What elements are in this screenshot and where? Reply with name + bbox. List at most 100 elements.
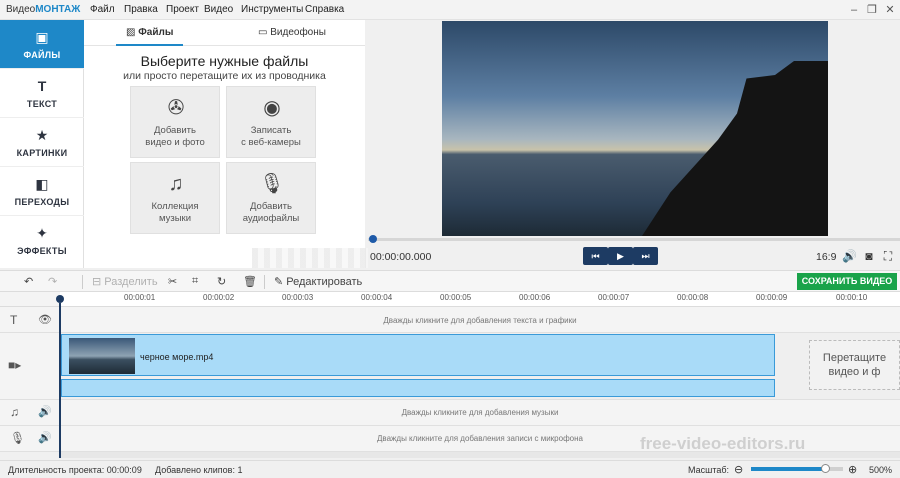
volume-icon[interactable]: 🔊 [842,249,857,263]
text-track-icon: T [10,313,18,327]
music-collection-button[interactable]: ♫ Коллекция музыки [130,162,220,234]
toolbar-divider [264,275,265,289]
rotate-icon[interactable]: ↻ [217,275,226,288]
clip-thumbnail [69,338,135,374]
sidebar-item-label: ПЕРЕХОДЫ [14,197,70,207]
panel-title: Выберите нужные файлы [140,53,309,69]
next-frame-button[interactable]: ⏭ [633,247,658,265]
sidebar-item-label: ТЕКСТ [26,99,58,109]
ruler-tick-label: 00:00:07 [598,293,630,302]
panel-tabs: ▨ Файлы ▭ Видеофоны [84,20,365,46]
sidebar-item-effects[interactable]: ✦ ЭФФЕКТЫ [0,216,84,265]
zoom-in-icon[interactable]: ⊕ [848,463,857,476]
menu-file[interactable]: Файл [90,4,115,15]
zoom-label: Масштаб: [688,465,730,475]
ruler-tick-label: 00:00:01 [124,293,156,302]
sidebar-item-transitions[interactable]: ◧ ПЕРЕХОДЫ [0,167,84,216]
sidebar-item-label: ФАЙЛЫ [23,50,61,60]
save-video-button[interactable]: СОХРАНИТЬ ВИДЕО [797,273,897,290]
video-preview[interactable] [442,21,828,236]
sidebar-item-label: КАРТИНКИ [16,148,68,158]
fullscreen-icon[interactable]: ⛶ [881,249,895,263]
clip-audio-strip[interactable] [61,379,775,397]
text-icon: T [37,78,47,94]
volume-icon[interactable]: 🔊 [38,405,52,418]
webcam-icon: ◉ [263,97,281,119]
timeline-ruler[interactable]: 00:00:01 00:00:02 00:00:03 00:00:04 00:0… [60,292,900,307]
files-panel: ▨ Файлы ▭ Видеофоны Выберите нужные файл… [84,20,372,268]
clip-name: черное море.mp4 [140,352,214,362]
playhead-handle[interactable] [56,295,64,303]
video-camera-icon: ■▸ [8,358,22,372]
ruler-tick-label: 00:00:05 [440,293,472,302]
microphone-icon: 🎙 [10,431,26,445]
crop-icon[interactable]: ⌗ [192,275,198,288]
maximize-icon[interactable]: ❐ [864,2,880,18]
undo-icon[interactable]: ↶ [24,275,33,288]
snapshot-icon[interactable]: ◙ [862,249,876,263]
text-track-hint: Дважды кликните для добавления текста и … [383,316,577,325]
drop-zone[interactable]: Перетащите видео и ф [809,340,900,390]
menu-project[interactable]: Проект [166,4,199,15]
volume-icon[interactable]: 🔊 [38,431,52,444]
star-icon: ★ [35,127,49,143]
menu-tools[interactable]: Инструменты [241,4,303,15]
transitions-icon: ◧ [35,176,49,192]
menu-video[interactable]: Видео [204,4,233,15]
play-button[interactable]: ▶ [608,247,633,265]
sidebar-item-label: ЭФФЕКТЫ [17,246,67,256]
panel-subtitle: или просто перетащите их из проводника [123,70,326,82]
ruler-tick-label: 00:00:08 [677,293,709,302]
seek-handle[interactable] [369,235,377,243]
previous-frame-button[interactable]: ⏮ [583,247,608,265]
menu-help[interactable]: Справка [305,4,344,15]
music-track-hint: Дважды кликните для добавления музыки [401,408,559,417]
clips-count: Добавлено клипов: 1 [155,465,243,475]
ruler-tick-label: 00:00:04 [361,293,393,302]
video-frame-cliffs [642,61,828,236]
delete-icon[interactable]: 🗑 [243,275,257,288]
eye-icon[interactable]: 👁 [38,313,52,326]
zoom-value: 500% [869,465,893,475]
music-track-header: ♫ 🔊 [0,400,60,426]
film-icon: ▭ [258,27,271,38]
music-note-icon: ♫ [10,405,19,419]
cut-icon[interactable]: ✂ [168,275,177,288]
preview-area: 00:00:00.000 ⏮ ▶ ⏭ 16:9 🔊 ◙ ⛶ [368,20,900,270]
tab-files[interactable]: ▨ Файлы [116,20,184,46]
app-logo: ВидеоМОНТАЖ [6,4,81,15]
edit-button[interactable]: ✎ Редактировать [274,275,362,288]
ruler-tick-label: 00:00:10 [836,293,868,302]
timeline-toolbar: ↶ ↷ ⊟ Разделить ✂ ⌗ ↻ 🗑 ✎ Редактировать … [0,270,900,292]
record-webcam-button[interactable]: ◉ Записать с веб-камеры [226,86,316,158]
seek-bar[interactable] [368,238,900,241]
split-button[interactable]: ⊟ Разделить [92,275,158,288]
ruler-tick-label: 00:00:02 [203,293,235,302]
music-track[interactable]: Дважды кликните для добавления музыки [60,400,900,426]
video-track-header: ■▸ [0,333,60,400]
timecode: 00:00:00.000 [370,251,432,263]
tab-video-backgrounds[interactable]: ▭ Видеофоны [258,20,326,46]
add-audio-button[interactable]: 🎙 Добавить аудиофайлы [226,162,316,234]
sidebar-item-text[interactable]: T ТЕКСТ [0,69,84,118]
zoom-slider-handle[interactable] [820,464,830,473]
ruler-tick-label: 00:00:09 [756,293,788,302]
music-note-icon: ♫ [168,173,184,195]
text-track[interactable]: Дважды кликните для добавления текста и … [60,307,900,333]
horizontal-scrollbar[interactable] [60,452,900,458]
ruler-tick-label: 00:00:03 [282,293,314,302]
magic-wand-icon: ✦ [36,225,48,241]
close-icon[interactable]: ✕ [882,2,898,18]
aspect-ratio[interactable]: 16:9 [816,251,836,263]
minimize-icon[interactable]: – [846,2,862,18]
microphone-icon: 🎙 [259,173,285,195]
redo-icon[interactable]: ↷ [48,275,57,288]
playhead[interactable] [59,303,61,458]
sidebar-item-pictures[interactable]: ★ КАРТИНКИ [0,118,84,167]
toolbar-divider [82,275,83,289]
sidebar-item-files[interactable]: ▣ ФАЙЛЫ [0,20,84,69]
menu-edit[interactable]: Правка [124,4,158,15]
zoom-out-icon[interactable]: ⊖ [734,463,743,476]
add-video-photo-button[interactable]: ✇ Добавить видео и фото [130,86,220,158]
sidebar: ▣ ФАЙЛЫ T ТЕКСТ ★ КАРТИНКИ ◧ ПЕРЕХОДЫ ✦ … [0,20,84,268]
